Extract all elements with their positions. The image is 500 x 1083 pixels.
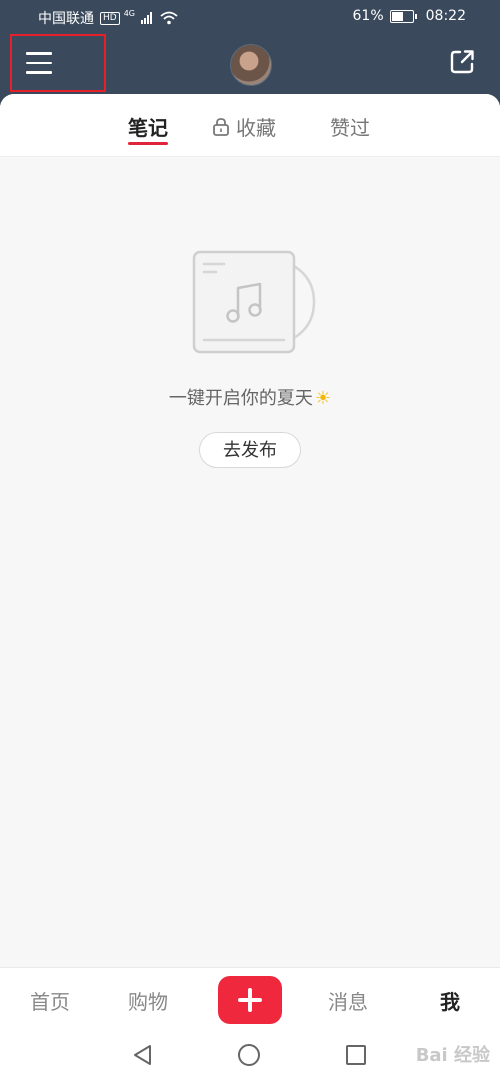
- recent-apps-square-icon[interactable]: [346, 1045, 366, 1065]
- empty-state-text: 一键开启你的夏天: [168, 388, 313, 409]
- back-triangle-icon[interactable]: [132, 1044, 154, 1066]
- lock-icon: [213, 117, 229, 136]
- add-post-button[interactable]: [218, 976, 282, 1024]
- system-navigation-bar: Bai 经验: [0, 1029, 500, 1083]
- empty-state-message: 一键开启你的夏天 ☀: [0, 384, 500, 410]
- profile-tabs: 笔记 收藏 赞过: [0, 94, 500, 157]
- active-tab-indicator: [128, 142, 168, 145]
- wifi-icon: [160, 11, 178, 25]
- clock: 08:22: [425, 8, 466, 24]
- menu-button[interactable]: [10, 34, 106, 92]
- network-type: 4G: [123, 8, 135, 18]
- battery-percent: 61%: [352, 8, 384, 24]
- profile-content: 笔记 收藏 赞过 一键开启你的夏天 ☀ 去发布: [0, 94, 500, 967]
- tab-collections-label: 收藏: [236, 116, 276, 140]
- tab-notes-label: 笔记: [128, 116, 168, 140]
- tab-liked-label: 赞过: [330, 116, 370, 140]
- tab-messages[interactable]: 消息: [328, 986, 368, 1015]
- tab-me[interactable]: 我: [440, 986, 460, 1015]
- tab-collections[interactable]: 收藏: [212, 112, 276, 141]
- share-external-icon[interactable]: [448, 48, 476, 76]
- sun-icon: ☀: [314, 388, 332, 409]
- home-circle-icon[interactable]: [238, 1044, 260, 1066]
- hamburger-menu-icon: [26, 52, 52, 81]
- watermark-logo: Bai 经验: [415, 1045, 490, 1066]
- battery-icon: [389, 9, 417, 23]
- signal-icon: [141, 12, 152, 24]
- tab-home[interactable]: 首页: [30, 986, 70, 1015]
- hd-badge: HD: [100, 11, 120, 25]
- user-avatar[interactable]: [230, 44, 272, 86]
- tab-shopping[interactable]: 购物: [128, 986, 168, 1015]
- bottom-tab-bar: 首页 购物 消息 我: [0, 967, 500, 1030]
- music-note-document-icon: [192, 250, 316, 354]
- tab-notes[interactable]: 笔记: [128, 112, 168, 141]
- publish-button[interactable]: 去发布: [199, 432, 301, 468]
- tab-liked[interactable]: 赞过: [330, 112, 370, 141]
- carrier-name: 中国联通: [38, 11, 94, 27]
- status-bar: 中国联通 HD 4G 61% 08:22: [0, 0, 500, 34]
